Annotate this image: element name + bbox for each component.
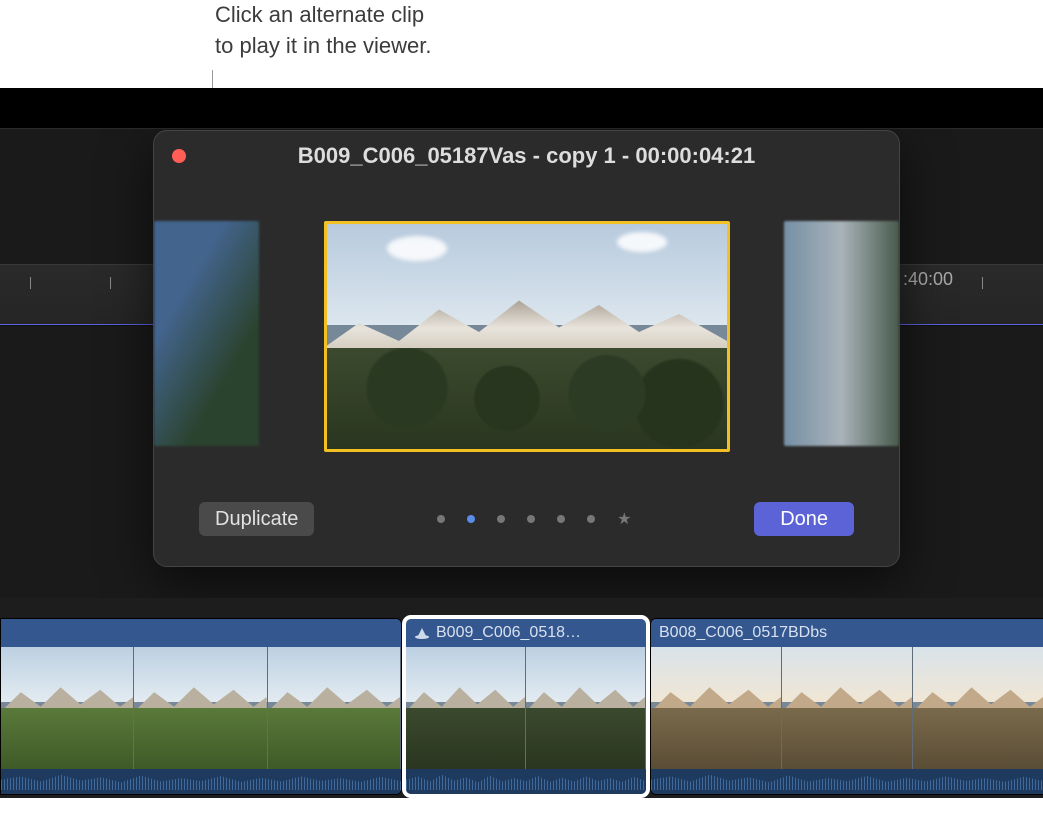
alternate-clip-next[interactable]	[784, 221, 899, 446]
help-caption: Click an alternate clip to play it in th…	[215, 0, 431, 62]
clip-header	[1, 619, 401, 647]
clip-label: B008_C006_0517BDbs	[659, 624, 827, 642]
audition-popover: B009_C006_05187Vas - copy 1 - 00:00:04:2…	[153, 130, 900, 567]
caption-line2: to play it in the viewer.	[215, 33, 431, 58]
ruler-time-label: :40:00	[903, 269, 953, 290]
clip-label: B009_C006_0518…	[436, 624, 581, 642]
timeline-clip[interactable]	[0, 618, 402, 795]
clip-audio-waveform	[651, 769, 1043, 794]
clip-filmstrip	[406, 647, 646, 769]
popover-title: B009_C006_05187Vas - copy 1 - 00:00:04:2…	[172, 143, 881, 169]
alternate-clip-prev[interactable]	[154, 221, 259, 446]
page-dot[interactable]	[527, 515, 535, 523]
ruler-tick	[110, 277, 111, 289]
done-button[interactable]: Done	[754, 502, 854, 536]
star-icon[interactable]: ★	[617, 509, 631, 529]
clip-filmstrip	[1, 647, 401, 769]
popover-footer: Duplicate ★ Done	[154, 494, 899, 544]
page-dot[interactable]	[437, 515, 445, 523]
timeline-clip[interactable]: B009_C006_0518…	[405, 618, 647, 795]
duplicate-button-label: Duplicate	[215, 508, 298, 531]
timeline-clip[interactable]: B008_C006_0517BDbs	[650, 618, 1043, 795]
timeline-primary-storyline: B009_C006_0518… B008_C006_0517BDbs	[0, 618, 1043, 793]
clip-filmstrip	[651, 647, 1043, 769]
alternate-clip-current[interactable]	[324, 221, 730, 452]
ruler-tick	[982, 277, 983, 289]
page-dot[interactable]	[497, 515, 505, 523]
page-dot[interactable]	[467, 515, 475, 523]
clip-audio-waveform	[406, 769, 646, 794]
page-dot[interactable]	[587, 515, 595, 523]
audition-spotlight-icon	[414, 627, 430, 639]
page-dot[interactable]	[557, 515, 565, 523]
popover-titlebar: B009_C006_05187Vas - copy 1 - 00:00:04:2…	[154, 131, 899, 181]
audition-carousel	[154, 191, 899, 471]
page-dots: ★	[314, 509, 754, 529]
ruler-tick	[30, 277, 31, 289]
clip-header: B008_C006_0517BDbs	[651, 619, 1043, 647]
timeline-area: B009_C006_0518… B008_C006_0517BDbs	[0, 598, 1043, 798]
clip-header: B009_C006_0518…	[406, 619, 646, 647]
duplicate-button[interactable]: Duplicate	[199, 502, 314, 536]
done-button-label: Done	[780, 508, 828, 531]
caption-line1: Click an alternate clip	[215, 2, 424, 27]
clip-audio-waveform	[1, 769, 401, 794]
